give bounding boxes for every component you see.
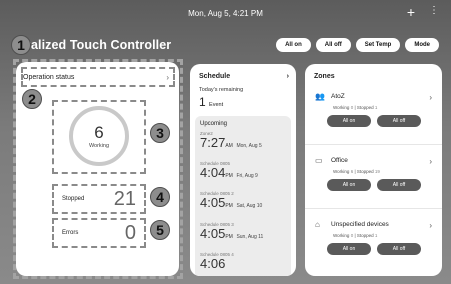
callout-3: 3 <box>150 123 170 143</box>
today-remaining-count: 1 Event <box>199 95 223 109</box>
zone-status: Working 0 | Stopped 1 <box>333 233 378 238</box>
schedule-item-date: Sat, Aug 10 <box>236 203 263 209</box>
zone-name: Unspecified devices <box>331 221 389 228</box>
schedule-header[interactable]: Schedule › <box>199 73 289 80</box>
zone-name: AtoZ <box>331 93 345 100</box>
group-icon: 👥 <box>315 92 325 101</box>
zone-name: Office <box>331 157 348 164</box>
schedule-item-date: Mon, Aug 5 <box>236 143 262 149</box>
schedule-item[interactable]: Schedule 0805 2 4:05PM Sat, Aug 10 <box>200 191 288 213</box>
zone-all-off-button[interactable]: All off <box>377 179 421 191</box>
zone-working-label: Working <box>333 169 350 174</box>
zones-heading: Zones <box>314 73 335 80</box>
schedule-item[interactable]: Zone2 7:27AM Mon, Aug 5 <box>200 131 288 153</box>
zone-all-on-button[interactable]: All on <box>327 115 371 127</box>
zone-status: Working 6 | Stopped 19 <box>333 169 380 174</box>
today-count-unit: Event <box>209 102 224 108</box>
zone-stopped-count: 19 <box>374 169 380 174</box>
schedule-item-date: Fri, Aug 9 <box>236 173 258 179</box>
schedule-item-date: Sun, Aug 11 <box>236 234 264 240</box>
zone-stopped-count: 1 <box>374 105 378 110</box>
house-icon: ⌂ <box>315 220 320 229</box>
zone-stopped-label: Stopped <box>356 169 374 174</box>
callout-4: 4 <box>150 187 170 207</box>
office-icon: ▭ <box>315 156 323 165</box>
top-button-group: All on All off Set Temp Mode <box>276 38 439 52</box>
schedule-item-ampm: PM <box>225 203 233 209</box>
all-off-button[interactable]: All off <box>315 38 351 52</box>
zone-stopped-label: Stopped <box>356 105 374 110</box>
callout-5: 5 <box>150 220 170 240</box>
zone-working-count: 0 <box>350 105 354 110</box>
zone-working-count: 6 <box>350 169 354 174</box>
schedule-item-time: 4:05 <box>200 195 226 210</box>
today-count-value: 1 <box>199 95 206 109</box>
upcoming-label: Upcoming <box>200 121 228 127</box>
callout-2: 2 <box>22 89 42 109</box>
zone-working-label: Working <box>333 233 350 238</box>
zone-stopped-count: 1 <box>374 233 378 238</box>
zone-working-label: Working <box>333 105 350 110</box>
zone-stopped-label: Stopped <box>356 233 374 238</box>
chevron-right-icon: › <box>429 221 432 230</box>
schedule-item[interactable]: Schedule 0805 4 4:06 <box>200 252 288 274</box>
schedule-item-time: 4:06 <box>200 256 226 271</box>
upcoming-list[interactable]: Upcoming Zone2 7:27AM Mon, Aug 5 Schedul… <box>195 116 291 276</box>
zone-all-on-button[interactable]: All on <box>327 179 371 191</box>
schedule-item-time: 7:27 <box>200 135 226 150</box>
schedule-heading: Schedule <box>199 73 231 80</box>
zone-all-off-button[interactable]: All off <box>377 243 421 255</box>
schedule-item-time: 4:05 <box>200 226 226 241</box>
chevron-right-icon: › <box>429 93 432 102</box>
callout-1: 1 <box>11 35 31 55</box>
divider <box>305 208 442 209</box>
today-remaining-label: Today's remaining <box>199 87 244 93</box>
chevron-right-icon: › <box>286 73 289 80</box>
schedule-item-ampm: AM <box>225 143 233 149</box>
divider <box>305 144 442 145</box>
schedule-card[interactable]: Schedule › Today's remaining 1 Event Upc… <box>190 64 296 276</box>
set-temp-button[interactable]: Set Temp <box>355 38 401 52</box>
schedule-item[interactable]: Schedule 0805 4:04PM Fri, Aug 9 <box>200 161 288 183</box>
zone-working-count: 0 <box>350 233 354 238</box>
more-options-icon[interactable]: ⋮ <box>429 6 439 16</box>
all-on-button[interactable]: All on <box>276 38 311 52</box>
zones-card[interactable]: Zones 👥 AtoZ › Working 0 | Stopped 1 All… <box>305 64 442 276</box>
chevron-right-icon: › <box>429 157 432 166</box>
add-icon[interactable]: + <box>407 5 415 19</box>
datetime: Mon, Aug 5, 4:21 PM <box>188 8 263 18</box>
top-bar: Mon, Aug 5, 4:21 PM + ⋮ <box>0 0 451 26</box>
mode-button[interactable]: Mode <box>405 38 439 52</box>
page-title: ntralized Touch Controller <box>14 38 172 52</box>
zone-all-on-button[interactable]: All on <box>327 243 371 255</box>
schedule-item-time: 4:04 <box>200 165 226 180</box>
schedule-item-ampm: PM <box>225 173 233 179</box>
schedule-item-ampm: PM <box>225 234 233 240</box>
schedule-item[interactable]: Schedule 0805 3 4:05PM Sun, Aug 11 <box>200 222 288 244</box>
zone-all-off-button[interactable]: All off <box>377 115 421 127</box>
zone-status: Working 0 | Stopped 1 <box>333 105 378 110</box>
